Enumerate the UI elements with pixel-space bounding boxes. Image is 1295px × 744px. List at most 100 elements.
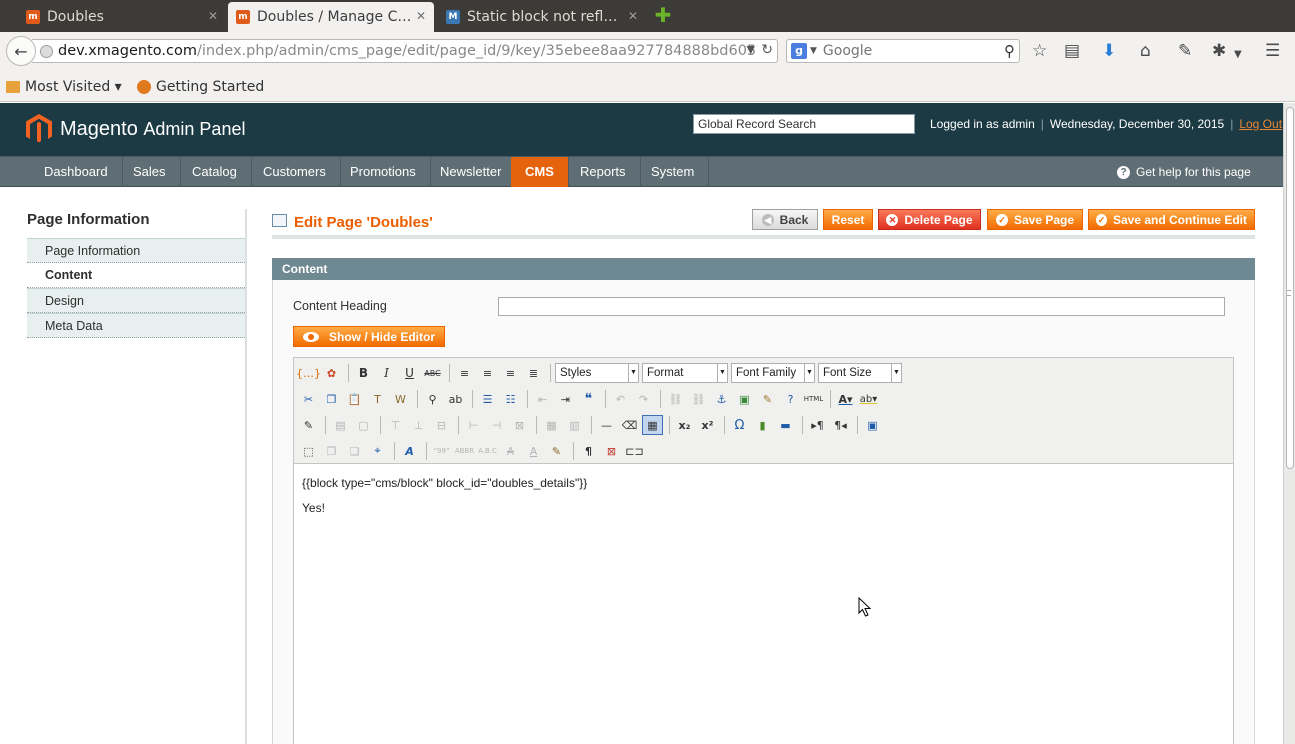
- insertion-icon[interactable]: A: [523, 441, 544, 461]
- cut-icon[interactable]: ✂: [298, 389, 319, 409]
- download-icon[interactable]: ⬇: [1102, 42, 1116, 60]
- menu-icon[interactable]: ☰: [1265, 42, 1280, 60]
- show-hide-editor-button[interactable]: Show / Hide Editor: [293, 326, 446, 347]
- content-heading-input[interactable]: [498, 297, 1225, 316]
- superscript-icon[interactable]: x²: [697, 415, 718, 435]
- font-family-select[interactable]: Font Family ▼: [731, 363, 815, 383]
- reading-list-icon[interactable]: ▤: [1064, 42, 1080, 60]
- text-color-icon[interactable]: A▾: [835, 389, 856, 409]
- web-search-input[interactable]: [822, 43, 993, 59]
- scrollbar-thumb[interactable]: [1286, 107, 1294, 469]
- insert-layer-icon[interactable]: ⬚: [298, 441, 319, 461]
- italic-icon[interactable]: I: [376, 363, 397, 383]
- outdent-icon[interactable]: ⇤: [532, 389, 553, 409]
- fullscreen-icon[interactable]: ▣: [862, 415, 883, 435]
- close-icon[interactable]: ✕: [208, 9, 218, 23]
- delete-col-icon[interactable]: ⊠: [509, 415, 530, 435]
- insert-col-after-icon[interactable]: ⊣: [486, 415, 507, 435]
- styleprops-icon[interactable]: A: [399, 441, 420, 461]
- url-text[interactable]: dev.xmagento.com/index.php/admin/cms_pag…: [58, 43, 758, 59]
- global-record-search-input[interactable]: [693, 114, 915, 134]
- sidebar-item-page-information[interactable]: Page Information: [27, 238, 247, 263]
- replace-icon[interactable]: ab: [445, 389, 466, 409]
- close-icon[interactable]: ✕: [628, 9, 638, 23]
- back-button[interactable]: ◀ Back: [752, 209, 818, 230]
- save-page-button[interactable]: ✓ Save Page: [987, 209, 1083, 230]
- align-right-icon[interactable]: ≡: [500, 363, 521, 383]
- save-and-continue-button[interactable]: ✓ Save and Continue Edit: [1088, 209, 1255, 230]
- align-justify-icon[interactable]: ≣: [523, 363, 544, 383]
- indent-icon[interactable]: ⇥: [555, 389, 576, 409]
- insert-widget-icon[interactable]: ✿: [321, 363, 342, 383]
- anchor-icon[interactable]: ⚓: [711, 389, 732, 409]
- row-props-icon[interactable]: ▤: [330, 415, 351, 435]
- blockquote-icon[interactable]: ❝: [578, 389, 599, 409]
- background-color-icon[interactable]: ab▾: [858, 389, 879, 409]
- page-scrollbar[interactable]: [1283, 103, 1295, 744]
- abbreviation-icon[interactable]: ABBR: [454, 441, 475, 461]
- media-icon[interactable]: ▮: [752, 415, 773, 435]
- absolute-position-icon[interactable]: ⌖: [367, 441, 388, 461]
- image-icon[interactable]: ▣: [734, 389, 755, 409]
- bullet-list-icon[interactable]: ☰: [477, 389, 498, 409]
- search-bar[interactable]: g ▼ ⚲: [786, 39, 1020, 63]
- reset-button[interactable]: Reset: [823, 209, 873, 230]
- bold-icon[interactable]: B: [353, 363, 374, 383]
- html-source-icon[interactable]: HTML: [803, 389, 824, 409]
- browser-tab-manage-cms[interactable]: m Doubles / Manage C… ✕: [228, 2, 434, 32]
- extension-dropdown-icon[interactable]: ▼: [1234, 46, 1242, 64]
- align-left-icon[interactable]: ≡: [454, 363, 475, 383]
- align-center-icon[interactable]: ≡: [477, 363, 498, 383]
- help-link[interactable]: ? Get help for this page: [1117, 157, 1251, 187]
- insert-variable-icon[interactable]: {…}: [296, 363, 321, 383]
- search-engine-dropdown-icon[interactable]: ▼: [810, 46, 817, 56]
- strikethrough-icon[interactable]: ABC: [422, 363, 443, 383]
- sidebar-item-design[interactable]: Design: [27, 288, 247, 313]
- find-icon[interactable]: ⚲: [422, 389, 443, 409]
- insert-row-before-icon[interactable]: ⊤: [385, 415, 406, 435]
- undo-icon[interactable]: ↶: [610, 389, 631, 409]
- move-backward-icon[interactable]: ❏: [344, 441, 365, 461]
- help-icon[interactable]: ?: [780, 389, 801, 409]
- numbered-list-icon[interactable]: ☷: [500, 389, 521, 409]
- nav-cms[interactable]: CMS: [511, 157, 569, 187]
- rtl-icon[interactable]: ¶◂: [830, 415, 851, 435]
- show-blocks-icon[interactable]: ¶: [578, 441, 599, 461]
- paste-icon[interactable]: 📋: [344, 389, 365, 409]
- nav-sales[interactable]: Sales: [119, 157, 181, 187]
- font-size-select[interactable]: Font Size ▼: [818, 363, 902, 383]
- subscript-icon[interactable]: x₂: [674, 415, 695, 435]
- search-icon[interactable]: ⚲: [1004, 42, 1015, 60]
- bookmark-getting-started[interactable]: Getting Started: [137, 79, 264, 95]
- new-tab-plus-icon[interactable]: ✚: [652, 4, 674, 26]
- move-forward-icon[interactable]: ❐: [321, 441, 342, 461]
- nav-catalog[interactable]: Catalog: [178, 157, 252, 187]
- link-icon[interactable]: ⛓: [665, 389, 686, 409]
- nonbreaking-icon[interactable]: ⊠: [601, 441, 622, 461]
- insert-row-after-icon[interactable]: ⊥: [408, 415, 429, 435]
- extension-icon[interactable]: ✱: [1212, 42, 1226, 60]
- browser-tab-doubles[interactable]: m Doubles ✕: [18, 2, 226, 32]
- browser-tab-static-block[interactable]: M Static block not refl… ✕: [438, 2, 646, 32]
- close-icon[interactable]: ✕: [416, 9, 426, 23]
- merge-cells-icon[interactable]: ▥: [564, 415, 585, 435]
- cite-icon[interactable]: “99”: [431, 441, 452, 461]
- home-icon[interactable]: ⌂: [1140, 42, 1151, 60]
- unlink-icon[interactable]: ⛓: [688, 389, 709, 409]
- insert-col-before-icon[interactable]: ⊢: [463, 415, 484, 435]
- page-break-icon[interactable]: ⊏⊐: [624, 441, 645, 461]
- url-bar[interactable]: dev.xmagento.com/index.php/admin/cms_pag…: [32, 39, 778, 63]
- back-arrow-icon[interactable]: ←: [6, 36, 36, 66]
- remove-format-icon[interactable]: ⌫: [619, 415, 640, 435]
- sidebar-item-meta-data[interactable]: Meta Data: [27, 313, 247, 338]
- advanced-hr-icon[interactable]: ▬: [775, 415, 796, 435]
- bookmark-most-visited[interactable]: Most Visited ▾: [6, 79, 122, 95]
- reload-icon[interactable]: ↻: [761, 42, 773, 58]
- bookmark-star-icon[interactable]: ☆: [1032, 42, 1047, 60]
- attributes-icon[interactable]: ✎: [546, 441, 567, 461]
- acronym-icon[interactable]: A.B.C: [477, 441, 498, 461]
- visual-aid-icon[interactable]: ▦: [642, 415, 663, 435]
- nav-promotions[interactable]: Promotions: [336, 157, 431, 187]
- logout-link[interactable]: Log Out: [1239, 117, 1282, 131]
- delete-row-icon[interactable]: ⊟: [431, 415, 452, 435]
